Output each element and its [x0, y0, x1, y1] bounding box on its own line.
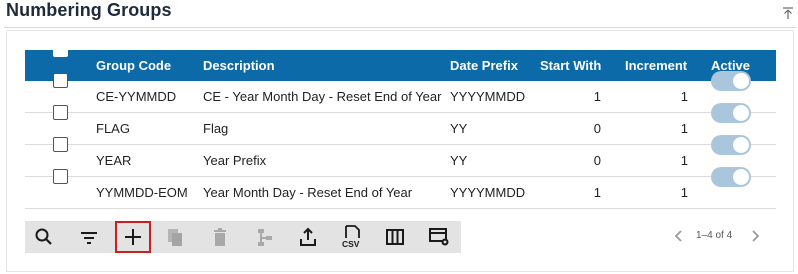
next-page-icon[interactable] [748, 227, 762, 245]
start-with-cell: 0 [593, 121, 601, 136]
row-checkbox[interactable] [53, 169, 68, 184]
row-checkbox[interactable] [53, 105, 68, 120]
numbering-groups-table: Group Code Description Date Prefix Start… [25, 42, 776, 209]
description-cell: Flag [203, 121, 229, 136]
table-settings-icon [429, 228, 449, 246]
table-row[interactable]: YYMMDD-EOM Year Month Day - Reset End of… [25, 167, 776, 209]
date-prefix-cell: YYYYMMDD [450, 185, 526, 200]
hierarchy-icon [258, 229, 272, 246]
title-divider [4, 27, 796, 28]
table-row[interactable]: CE-YYMMDD CE - Year Month Day - Reset En… [25, 71, 776, 113]
table-settings-button[interactable] [422, 221, 458, 253]
date-prefix-cell: YY [450, 121, 468, 136]
column-header-start-with[interactable]: Start With [540, 58, 601, 73]
row-checkbox[interactable] [53, 73, 68, 88]
group-code-cell: CE-YYMMDD [96, 89, 177, 104]
columns-button[interactable] [377, 221, 413, 253]
page-title: Numbering Groups [6, 0, 172, 20]
column-header-date-prefix[interactable]: Date Prefix [450, 58, 518, 73]
group-code-cell: YEAR [96, 153, 132, 168]
csv-export-button[interactable]: CSV [334, 221, 370, 253]
row-checkbox[interactable] [53, 137, 68, 152]
csv-icon: CSV [342, 225, 360, 249]
active-toggle[interactable] [711, 71, 751, 91]
filter-icon [81, 232, 97, 244]
start-with-cell: 1 [593, 89, 601, 104]
search-button[interactable] [26, 221, 62, 253]
group-code-cell: YYMMDD-EOM [96, 185, 188, 200]
previous-page-icon[interactable] [672, 227, 686, 245]
pagination-range: 1–4 of 4 [696, 230, 733, 241]
hierarchy-button[interactable] [247, 221, 283, 253]
active-toggle[interactable] [711, 135, 751, 155]
filter-button[interactable] [71, 221, 107, 253]
column-header-description[interactable]: Description [203, 58, 275, 73]
add-button[interactable] [115, 221, 151, 253]
copy-button[interactable] [157, 221, 193, 253]
increment-cell: 1 [680, 185, 688, 200]
csv-label: CSV [342, 239, 360, 249]
start-with-cell: 1 [593, 185, 601, 200]
search-icon [35, 228, 52, 245]
date-prefix-cell: YYYYMMDD [450, 89, 526, 104]
table-row[interactable]: FLAG Flag YY 0 1 [25, 103, 776, 145]
date-prefix-cell: YY [450, 153, 468, 168]
collapse-icon[interactable] [781, 6, 795, 20]
increment-cell: 1 [680, 89, 688, 104]
increment-cell: 1 [680, 121, 688, 136]
export-button[interactable] [290, 221, 326, 253]
increment-cell: 1 [680, 153, 688, 168]
table-row[interactable]: YEAR Year Prefix YY 0 1 [25, 135, 776, 177]
columns-icon [386, 229, 404, 245]
table-toolbar: CSV [25, 221, 461, 253]
delete-icon [214, 228, 226, 246]
delete-button[interactable] [202, 221, 238, 253]
description-cell: Year Prefix [203, 153, 267, 168]
select-all-checkbox[interactable] [53, 42, 68, 57]
description-cell: CE - Year Month Day - Reset End of Year [203, 89, 442, 104]
active-toggle[interactable] [711, 103, 751, 123]
table-header: Group Code Description Date Prefix Start… [25, 42, 776, 81]
copy-icon [168, 229, 182, 246]
add-icon [125, 229, 141, 245]
group-code-cell: FLAG [96, 121, 130, 136]
export-icon [300, 227, 316, 246]
description-cell: Year Month Day - Reset End of Year [203, 185, 413, 200]
column-header-group-code[interactable]: Group Code [96, 58, 171, 73]
active-toggle[interactable] [711, 167, 751, 187]
column-header-increment[interactable]: Increment [625, 58, 687, 73]
start-with-cell: 0 [593, 153, 601, 168]
